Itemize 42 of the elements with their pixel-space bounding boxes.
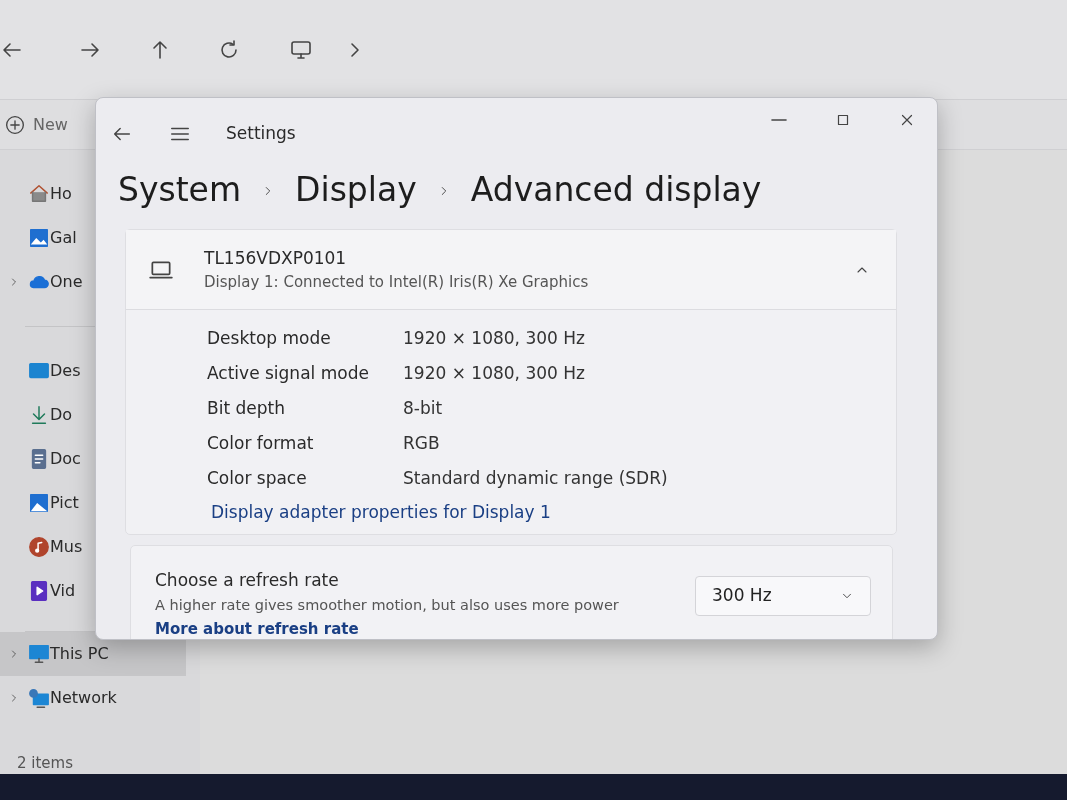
breadcrumb-link[interactable]: Display	[295, 165, 417, 215]
sidebar-item[interactable]: Do	[0, 393, 73, 437]
plus-circle-icon	[5, 114, 25, 135]
display-subtitle: Display 1: Connected to Intel(R) Iris(R) Xe Graphics	[204, 272, 589, 293]
sidebar-item[interactable]: Mus	[0, 525, 83, 569]
detail-value: 1920 × 1080, 300 Hz	[403, 361, 585, 385]
monitor-icon	[28, 643, 50, 665]
sidebar-item[interactable]: One	[0, 260, 83, 304]
sidebar-item[interactable]: Doc	[0, 437, 81, 481]
status-text: 2 items	[17, 753, 73, 774]
video-icon	[28, 580, 50, 602]
gallery-icon	[28, 227, 50, 249]
detail-label: Color format	[207, 431, 315, 455]
sidebar-item[interactable]: Network	[0, 676, 117, 720]
sidebar-item[interactable]: Pict	[0, 481, 79, 525]
detail-value: 8-bit	[403, 396, 443, 420]
detail-value: RGB	[403, 431, 440, 455]
detail-value: 1920 × 1080, 300 Hz	[403, 326, 585, 350]
minimize-icon	[771, 119, 787, 121]
music-icon	[28, 536, 50, 558]
display-name: TL156VDXP0101	[204, 246, 348, 270]
detail-label: Active signal mode	[207, 361, 370, 385]
sidebar-item[interactable]: Ho	[0, 172, 72, 216]
detail-label: Bit depth	[207, 396, 286, 420]
network-icon	[28, 687, 50, 709]
monitor-icon[interactable]	[289, 38, 313, 62]
picture-icon	[28, 492, 50, 514]
breadcrumb-link[interactable]: System	[118, 165, 242, 215]
window-title: Settings	[226, 122, 296, 146]
sidebar-item[interactable]: Gal	[0, 216, 77, 260]
detail-value: Standard dynamic range (SDR)	[403, 466, 668, 490]
setting-title: Choose a refresh rate	[155, 568, 340, 592]
refresh-rate-dropdown[interactable]: 300 Hz	[695, 575, 871, 616]
new-button[interactable]: New	[4, 111, 69, 138]
adapter-properties-link[interactable]: Display adapter properties for Display 1	[211, 500, 551, 526]
sidebar-item[interactable]: Vid	[0, 569, 76, 613]
detail-label: Color space	[207, 466, 308, 490]
page-title: Advanced display	[470, 169, 762, 212]
detail-label: Desktop mode	[207, 326, 332, 350]
setting-description: A higher rate gives smoother motion, but also uses more power	[155, 596, 619, 615]
sidebar-item[interactable]: Des	[0, 349, 81, 393]
home-icon	[28, 183, 50, 205]
